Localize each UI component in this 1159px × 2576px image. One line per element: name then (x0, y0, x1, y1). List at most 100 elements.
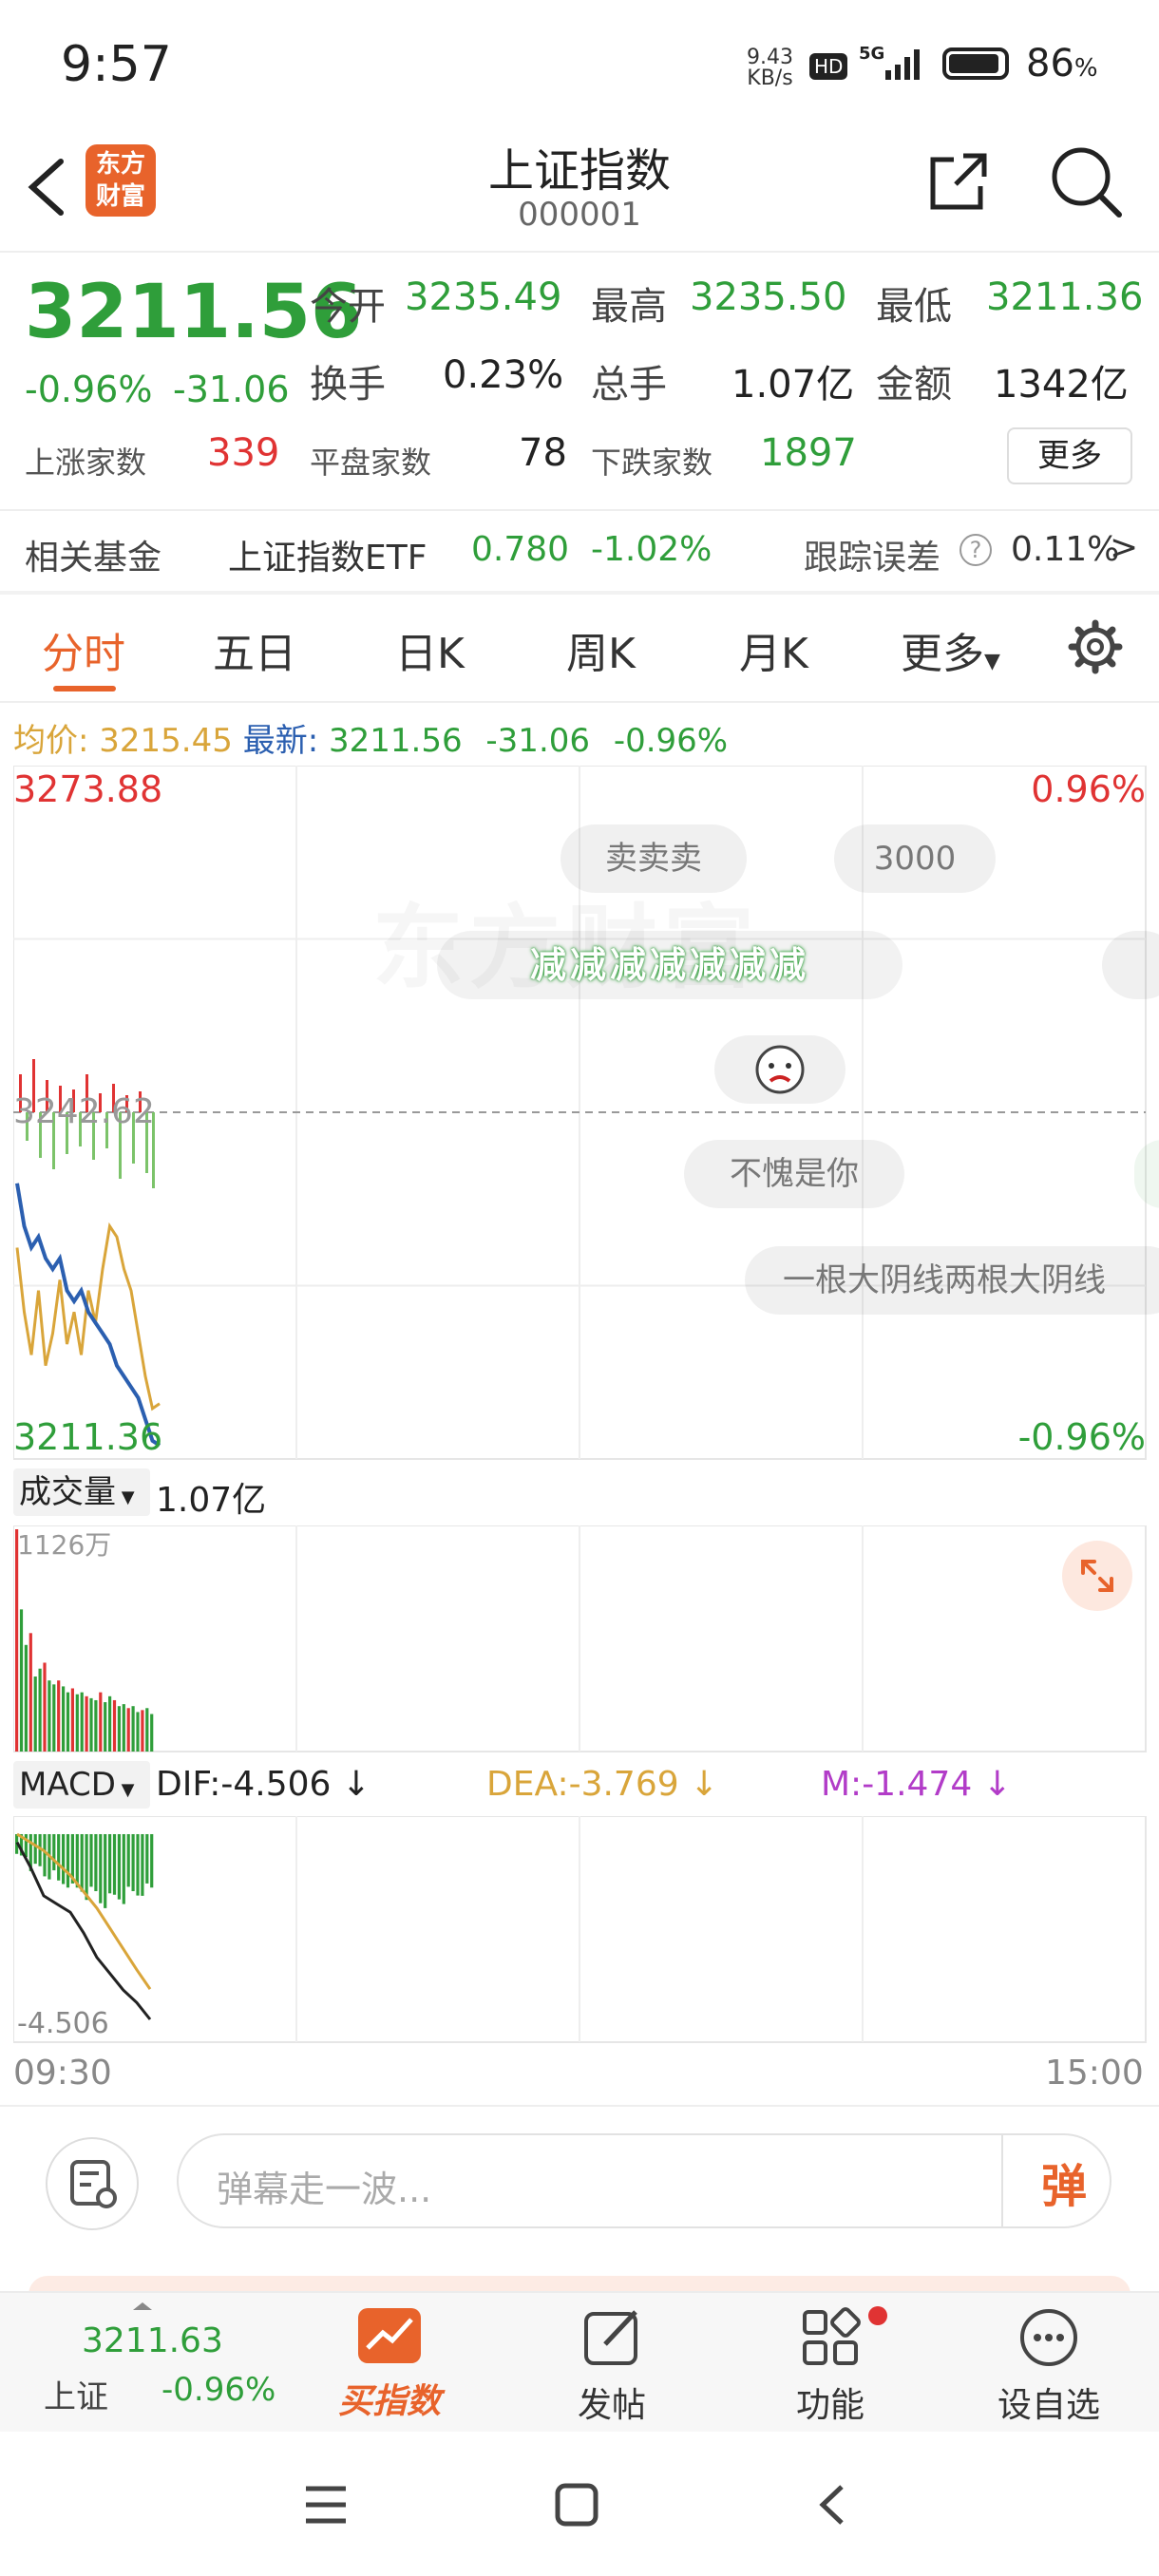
low-label: 最低 (876, 285, 952, 329)
danmaku-bubble[interactable]: 卖卖卖 (560, 824, 747, 893)
status-bar: 9:57 9.43 KB/s HD 5G 86% (0, 0, 1159, 133)
expand-button[interactable] (1062, 1541, 1132, 1611)
more-button[interactable]: 更多 (1007, 427, 1132, 484)
avg-price-line (15, 1222, 161, 1411)
more-circle-icon (1020, 2309, 1077, 2366)
volume-bar (70, 1688, 74, 1752)
chart-tabs: 分时 五日 日K 周K 月K 更多▼ (0, 595, 1159, 701)
danmaku-bubble[interactable]: 3000 (834, 824, 996, 893)
volume-bar (112, 1699, 117, 1752)
y-axis-bottom-price: 3211.36 (13, 1416, 162, 1458)
notification-dot (868, 2306, 887, 2325)
volume-bar (89, 1697, 93, 1752)
volume-bar (145, 1708, 149, 1752)
up-count: 339 (207, 431, 280, 475)
chevron-left-icon (819, 2485, 844, 2525)
macd-bar (66, 1833, 70, 1888)
chevron-right-icon: > (1110, 528, 1139, 567)
tab-more-label: 更多 (901, 630, 984, 678)
system-back-button[interactable] (809, 2481, 857, 2529)
volume-bar (75, 1694, 79, 1752)
fund-price: 0.780 (471, 530, 570, 569)
danmaku-bubble[interactable]: 减减减减减减减 (437, 931, 902, 999)
search-button[interactable] (1049, 144, 1125, 220)
battery-level: 86% (1026, 42, 1098, 85)
home-button[interactable] (553, 2481, 600, 2529)
macd-bar (117, 1833, 121, 1900)
volume-bar (19, 1609, 24, 1752)
quote-panel: 3211.56 -0.96% -31.06 今开 3235.49 最高 3235… (0, 253, 1159, 528)
related-fund-row[interactable]: 相关基金 上证指数ETF 0.780 -1.02% 跟踪误差 ? 0.11% > (0, 513, 1159, 591)
price-line (15, 1183, 162, 1448)
latest-label: 最新: (242, 722, 319, 760)
danmaku-input[interactable]: 弹幕走一波... (177, 2133, 1112, 2228)
search-icon (1052, 147, 1122, 218)
chart-settings-button[interactable] (1068, 619, 1123, 674)
volume-indicator-select[interactable]: 成交量 ▼ (13, 1468, 150, 1516)
document-settings-icon (70, 2160, 117, 2208)
macd-chart[interactable]: -4.506 (13, 1816, 1148, 2044)
tab-weekly-k[interactable]: 周K (566, 619, 636, 680)
high-value: 3235.50 (690, 275, 847, 319)
nav-buy-index[interactable]: 买指数 (323, 2306, 456, 2423)
help-icon[interactable]: ? (960, 534, 992, 566)
macd-bar (112, 1833, 117, 1895)
volume-bar (38, 1668, 42, 1752)
divider (1001, 2135, 1003, 2226)
macd-bar (99, 1833, 103, 1904)
gear-icon (1068, 619, 1123, 674)
volume-bar (150, 1714, 154, 1752)
signal-icon: 5G (859, 44, 920, 80)
macd-bar (141, 1833, 144, 1896)
danmaku-list-button[interactable] (46, 2137, 139, 2230)
macd-dea: DEA:-3.769 ↓ (486, 1765, 718, 1804)
y-axis-top-price: 3273.88 (13, 768, 162, 810)
tracking-error-value: 0.11% (1011, 530, 1120, 569)
volume-bar (28, 1633, 32, 1752)
active-tab-indicator (53, 686, 116, 691)
arrow-down-icon: ↓ (678, 1765, 719, 1804)
tab-more[interactable]: 更多▼ (901, 619, 1000, 680)
tab-intraday[interactable]: 分时 (42, 619, 125, 680)
macd-bar (104, 1833, 107, 1908)
danmaku-bubble[interactable]: 不愧是你 (684, 1140, 904, 1208)
tab-daily-k[interactable]: 日K (395, 619, 465, 680)
change-amount: -31.06 (173, 369, 290, 410)
caret-up-icon (133, 2302, 152, 2310)
flat-count: 78 (519, 431, 567, 475)
macd-bar (131, 1833, 135, 1891)
nav-functions[interactable]: 功能 (764, 2306, 897, 2427)
recent-apps-button[interactable] (302, 2481, 350, 2529)
macd-indicator-select[interactable]: MACD ▼ (13, 1761, 150, 1809)
volume-chart[interactable]: 1126万 (13, 1525, 1148, 1753)
volume-bar (108, 1695, 112, 1752)
caret-down-icon: ▼ (984, 650, 1000, 673)
volume-bar (62, 1686, 66, 1752)
nav-add-watchlist-label: 设自选 (997, 2386, 1100, 2425)
fund-percent: -1.02% (591, 530, 712, 569)
volume-bar (33, 1676, 37, 1752)
volume-bar (48, 1680, 51, 1752)
danmaku-bubble-emoji[interactable] (714, 1035, 846, 1104)
index-mini-quote[interactable]: 3211.63 上证 -0.96% (38, 2302, 276, 2426)
volume-bar (117, 1706, 121, 1752)
danmaku-toggle-button[interactable]: 弹 (1026, 2149, 1102, 2215)
share-button[interactable] (925, 148, 992, 215)
open-value: 3235.49 (405, 275, 562, 319)
divider (0, 2105, 1159, 2107)
macd-bar (52, 1833, 56, 1871)
tab-monthly-k[interactable]: 月K (739, 619, 808, 680)
caret-down-icon: ▼ (115, 1780, 135, 1800)
volume-bar (52, 1684, 56, 1752)
tab-five-day[interactable]: 五日 (213, 619, 296, 680)
macd-bar (62, 1833, 66, 1885)
macd-dif-value: DIF:-4.506 (156, 1765, 332, 1804)
nav-add-watchlist[interactable]: 设自选 (982, 2306, 1115, 2427)
share-icon (930, 153, 987, 210)
macd-dif: DIF:-4.506 ↓ (156, 1765, 370, 1804)
mini-index-name: 上证 (44, 2378, 108, 2416)
danmaku-bubble[interactable]: 一根大阴线两根大阴线 (745, 1246, 1159, 1315)
macd-bar (108, 1833, 112, 1894)
nav-post[interactable]: 发帖 (545, 2306, 678, 2427)
low-value: 3211.36 (986, 275, 1144, 319)
